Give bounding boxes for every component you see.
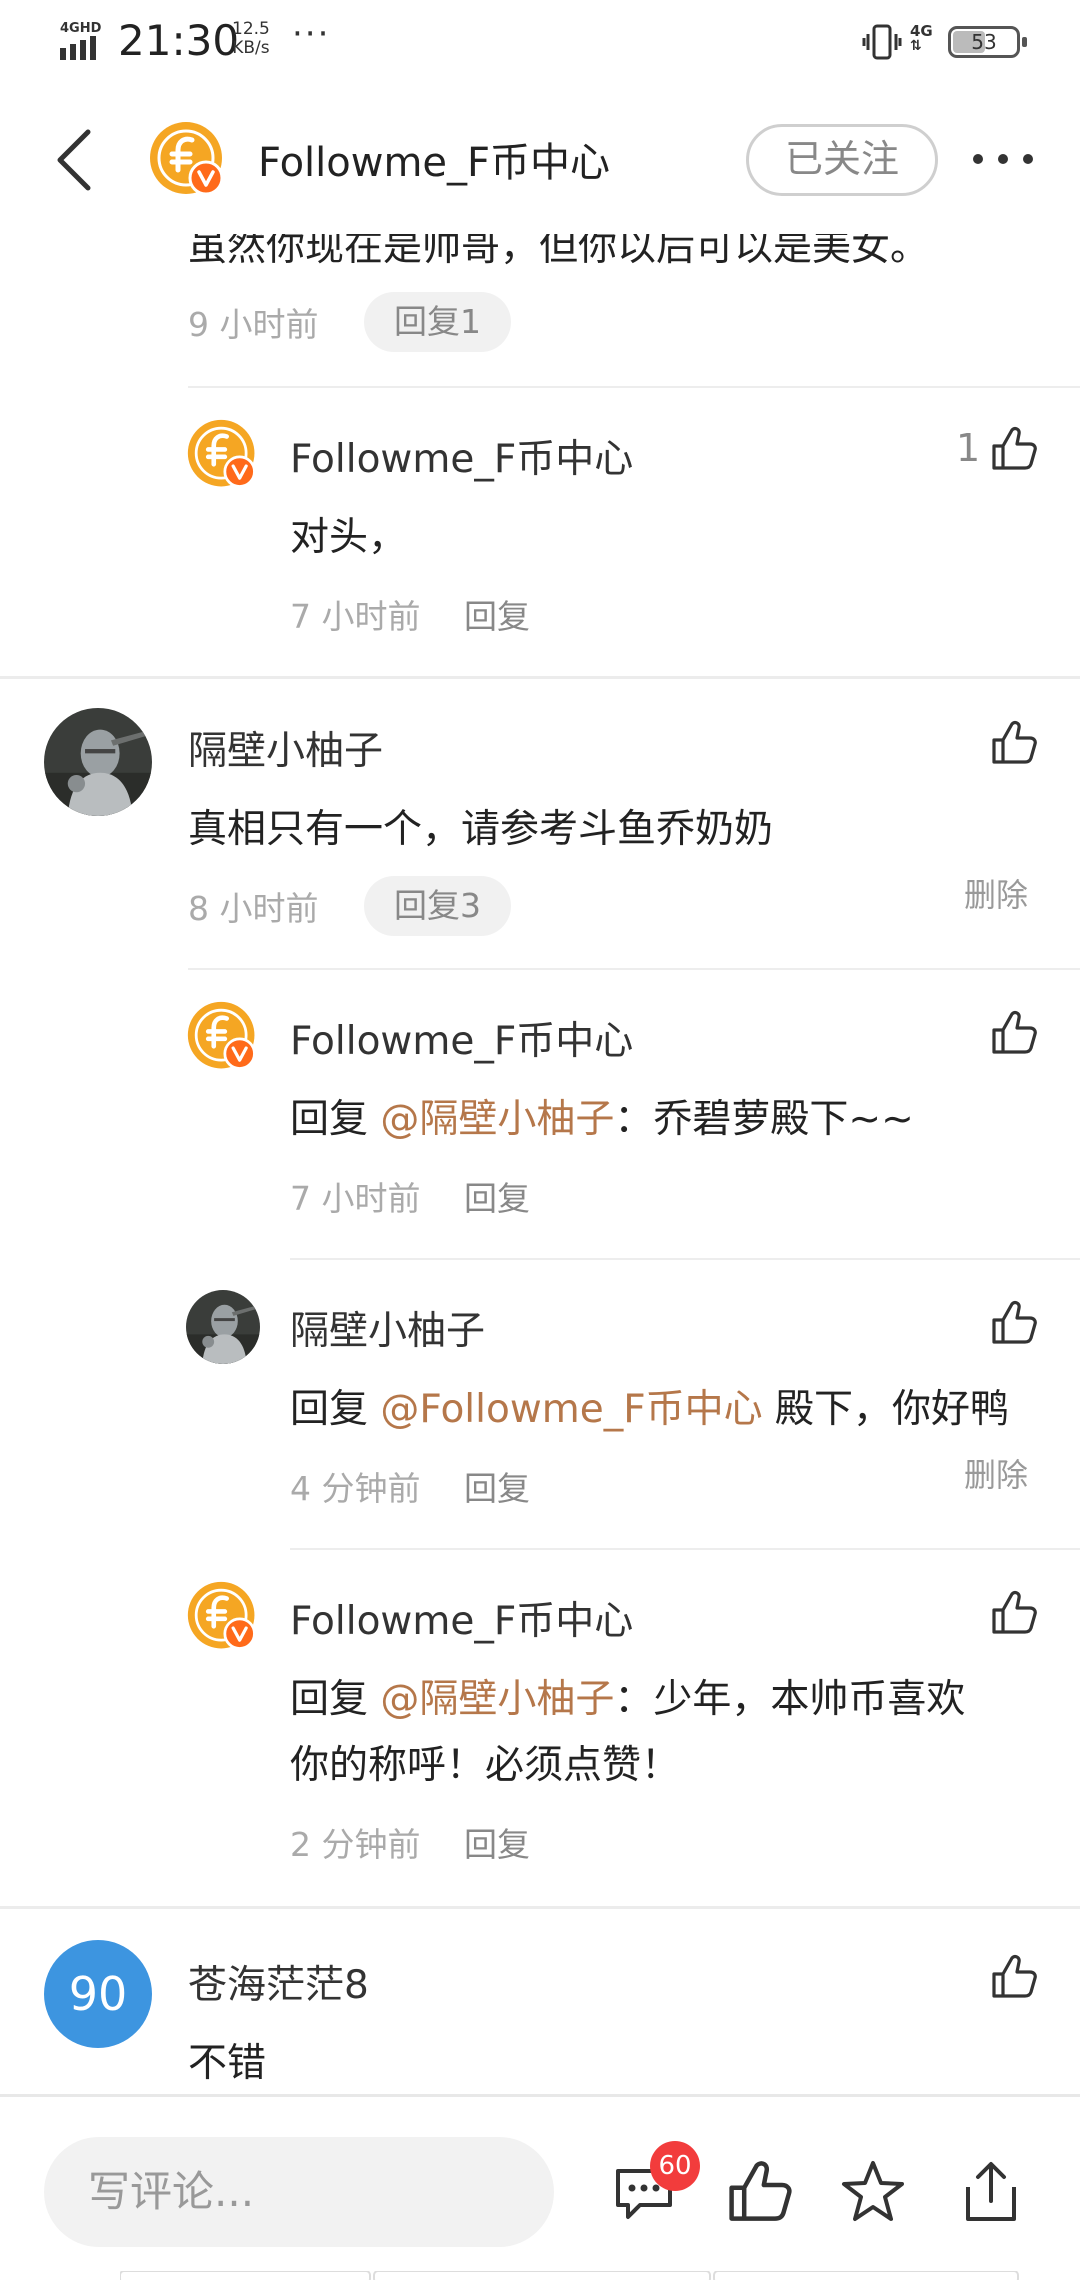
clock: 21:30 xyxy=(118,16,240,65)
reply-time: 2 分钟前 xyxy=(290,1825,421,1864)
reply-avatar[interactable] xyxy=(186,1580,260,1654)
back-arrow-icon[interactable] xyxy=(44,120,114,200)
status-bar: 4GHD 21:30 12.5 KB/s ··· 4G ⇅ 53 xyxy=(0,0,1080,84)
mention-link[interactable]: @Followme_F币中心 xyxy=(380,1387,762,1432)
account-name[interactable]: Followme_F币中心 xyxy=(258,130,610,188)
comment-text: 不错 xyxy=(188,2041,267,2086)
mention-link[interactable]: @隔壁小柚子 xyxy=(380,1097,614,1142)
mention-link[interactable]: @隔壁小柚子 xyxy=(380,1677,614,1722)
reply-avatar[interactable] xyxy=(186,1290,260,1364)
bottom-tab-strip xyxy=(120,2271,1019,2280)
delete-button[interactable]: 删除 xyxy=(964,870,1028,916)
like-count: 1 xyxy=(956,426,981,470)
reply-body: 殿下，你好鸭 xyxy=(762,1387,1010,1432)
network-speed-unit: KB/s xyxy=(232,38,270,58)
signal-icon: 4GHD xyxy=(60,21,102,60)
more-options-icon[interactable] xyxy=(968,134,1038,184)
reply-author[interactable]: Followme_F币中心 xyxy=(290,1590,633,1646)
network-4g-icon: 4G ⇅ xyxy=(910,22,933,54)
more-notifications-icon: ··· xyxy=(292,14,331,54)
reply-prefix: 回复 xyxy=(290,1677,381,1722)
network-type-label: 4GHD xyxy=(60,21,102,36)
delete-button[interactable]: 删除 xyxy=(964,1450,1028,1496)
thumbs-up-icon[interactable] xyxy=(990,1008,1040,1058)
commenter-avatar[interactable]: 90 xyxy=(44,1940,152,2048)
commenter-name[interactable]: 苍海茫茫8 xyxy=(188,1954,369,2010)
thumbs-up-icon[interactable] xyxy=(990,718,1040,768)
reply-author[interactable]: 隔壁小柚子 xyxy=(290,1300,485,1356)
view-replies-button[interactable]: 回复1 xyxy=(364,292,511,352)
reply-time: 4 分钟前 xyxy=(290,1469,421,1508)
reply-text: 回复 @隔壁小柚子：少年，本帅币喜欢 xyxy=(290,1668,965,1724)
reply-button[interactable]: 回复 xyxy=(464,1462,530,1510)
following-button[interactable]: 已关注 xyxy=(746,124,938,196)
commenter-name[interactable]: 隔壁小柚子 xyxy=(188,720,383,776)
reply-text-continued: 你的称呼！必须点赞！ xyxy=(290,1743,681,1788)
reply-text: 回复 @Followme_F币中心 殿下，你好鸭 xyxy=(290,1378,1009,1434)
network-speed-value: 12.5 xyxy=(232,19,270,39)
reply-button[interactable]: 回复 xyxy=(464,1172,530,1220)
top-nav-bar: Followme_F币中心 已关注 xyxy=(0,84,1080,234)
reply-text: 回复 @隔壁小柚子：乔碧萝殿下~~ xyxy=(290,1088,914,1144)
network-4g-label: 4G xyxy=(910,22,933,40)
battery-icon: 53 xyxy=(948,26,1027,58)
thumbs-up-icon[interactable] xyxy=(990,424,1040,474)
reply-button[interactable]: 回复 xyxy=(464,590,530,638)
reply-time: 7 小时前 xyxy=(290,1179,421,1218)
comment-count-badge: 60 xyxy=(650,2141,700,2191)
thumbs-up-icon[interactable] xyxy=(990,1952,1040,2002)
reply-body: ：少年，本帅币喜欢 xyxy=(614,1677,966,1722)
reply-time: 7 小时前 xyxy=(290,597,421,636)
comment-input[interactable]: 写评论... xyxy=(44,2137,554,2247)
reply-author[interactable]: Followme_F币中心 xyxy=(290,1010,633,1066)
network-speed: 12.5 KB/s xyxy=(232,20,270,58)
commenter-avatar[interactable] xyxy=(44,708,152,816)
comment-list: 虽然你现在是帅哥，但你以后可以是美女。 9 小时前 回复1 Followme_F… xyxy=(0,234,1080,2094)
reply-prefix: 回复 xyxy=(290,1387,381,1432)
reply-avatar[interactable] xyxy=(186,418,260,492)
reply-prefix: 回复 xyxy=(290,1097,381,1142)
reply-author[interactable]: Followme_F币中心 xyxy=(290,428,633,484)
account-avatar[interactable] xyxy=(148,120,228,200)
vibrate-icon xyxy=(862,24,902,60)
thumbs-up-icon[interactable] xyxy=(726,2157,796,2227)
comment-text: 真相只有一个，请参考斗鱼乔奶奶 xyxy=(188,807,774,852)
comment-time: 8 小时前 xyxy=(188,889,319,928)
share-icon[interactable] xyxy=(956,2157,1026,2227)
reply-button[interactable]: 回复 xyxy=(464,1818,530,1866)
comment-time: 9 小时前 xyxy=(188,305,319,344)
comment-text: 虽然你现在是帅哥，但你以后可以是美女。 xyxy=(188,234,930,270)
reply-text: 对头， xyxy=(290,515,408,560)
reply-body: ：乔碧萝殿下~~ xyxy=(614,1097,914,1142)
thumbs-up-icon[interactable] xyxy=(990,1298,1040,1348)
bottom-action-bar: 写评论... 60 xyxy=(0,2094,1080,2280)
view-replies-button[interactable]: 回复3 xyxy=(364,876,511,936)
reply-avatar[interactable] xyxy=(186,1000,260,1074)
star-icon[interactable] xyxy=(838,2157,908,2227)
battery-percent: 53 xyxy=(971,30,997,54)
thumbs-up-icon[interactable] xyxy=(990,1588,1040,1638)
